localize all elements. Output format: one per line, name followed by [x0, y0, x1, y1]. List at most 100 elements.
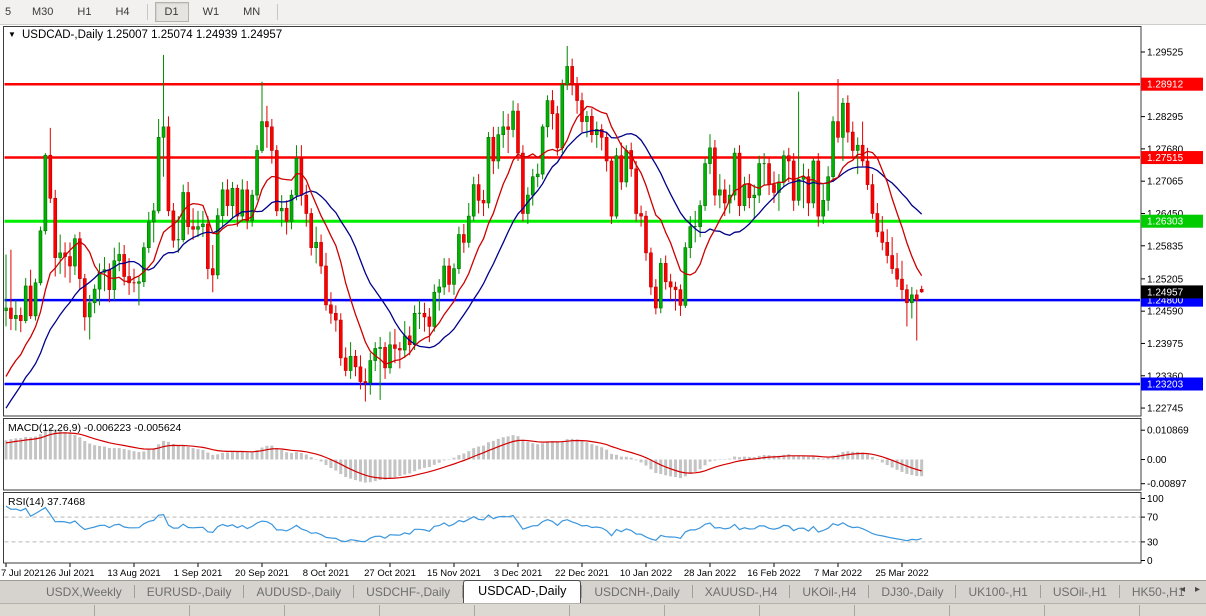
- chart-tab-xauusd[interactable]: XAUUSD-,H4: [693, 582, 790, 603]
- price-axis[interactable]: 1.295251.282951.276801.270651.264501.258…: [1141, 48, 1203, 568]
- chart-tab-dj30[interactable]: DJ30-,Daily: [869, 582, 955, 603]
- candle: [540, 124, 545, 180]
- macd-bar: [501, 437, 505, 460]
- candle-body: [521, 152, 525, 214]
- candle: [486, 132, 491, 209]
- macd-bar: [900, 459, 904, 472]
- macd-bar: [78, 437, 82, 460]
- candle: [614, 147, 619, 219]
- macd-bar: [590, 444, 594, 460]
- candle: [516, 103, 520, 161]
- macd-bar: [137, 452, 141, 460]
- chart-tab-usdcnh[interactable]: USDCNH-,Daily: [582, 582, 691, 603]
- candle-body: [796, 179, 801, 201]
- candle-body: [68, 256, 72, 267]
- rsi-tick-label: 100: [1147, 494, 1164, 505]
- candle-body: [683, 247, 688, 306]
- candle-body: [870, 184, 875, 214]
- candle-body: [363, 381, 368, 383]
- macd-bar: [605, 449, 609, 460]
- chart-tab-usdchf[interactable]: USDCHF-,Daily: [354, 582, 462, 603]
- macd-bar: [314, 459, 318, 460]
- candle-body: [919, 288, 924, 293]
- macd-bar: [294, 452, 298, 460]
- macd-bar: [462, 453, 466, 460]
- date-label: 25 Mar 2022: [875, 568, 928, 579]
- candle-body: [151, 210, 156, 223]
- candle-body: [550, 100, 555, 115]
- macd-bar: [181, 445, 185, 460]
- candle-body: [447, 265, 451, 285]
- scroll-right-icon[interactable]: ▸: [1195, 584, 1200, 595]
- price-tick-label: 1.24590: [1147, 307, 1184, 318]
- macd-bar: [344, 459, 348, 478]
- candle-body: [570, 66, 574, 86]
- candle-body: [511, 110, 515, 130]
- macd-bar: [162, 440, 166, 460]
- candle-body: [560, 84, 565, 149]
- macd-bar: [378, 459, 382, 480]
- macd-bar: [413, 459, 417, 472]
- macd-bar: [63, 432, 67, 460]
- candle-body: [427, 316, 432, 327]
- macd-bar: [659, 459, 663, 474]
- price-tick-label: 1.25835: [1147, 241, 1184, 252]
- timeframe-button-h4[interactable]: H4: [105, 2, 139, 22]
- macd-bar: [683, 459, 687, 477]
- timeframe-button-5[interactable]: 5: [2, 2, 18, 22]
- candle-body: [324, 265, 328, 306]
- timeframe-button-w1[interactable]: W1: [193, 2, 230, 22]
- timeframe-button-m30[interactable]: M30: [22, 2, 63, 22]
- price-tick-label: 1.25205: [1147, 274, 1184, 285]
- scroll-left-icon[interactable]: ◂: [1180, 584, 1185, 595]
- candle-body: [516, 110, 520, 154]
- date-label: 28 Jan 2022: [684, 568, 736, 579]
- candle-body: [220, 189, 225, 216]
- macd-bar: [733, 456, 737, 460]
- chart-tab-usdx[interactable]: USDX,Weekly: [34, 582, 134, 603]
- date-label: 20 Sep 2021: [235, 568, 289, 579]
- date-axis[interactable]: 7 Jul 2021 26 Jul 2021 13 Aug 2021 1 Sep 20…: [1, 563, 929, 580]
- macd-bar: [526, 441, 530, 460]
- chart-tab-uk100[interactable]: UK100-,H1: [956, 582, 1039, 603]
- candle-body: [481, 200, 486, 204]
- date-label: 7 Jul 2021: [1, 568, 45, 579]
- macd-bar: [624, 456, 628, 460]
- candle: [250, 189, 254, 227]
- macd-bar: [221, 452, 225, 460]
- macd-bar: [388, 459, 392, 479]
- timeframe-button-h1[interactable]: H1: [67, 2, 101, 22]
- candle-body: [555, 113, 560, 149]
- status-strip: [0, 603, 1206, 616]
- chart-tab-audusd[interactable]: AUDUSD-,Daily: [244, 582, 353, 603]
- candle-body: [38, 230, 43, 284]
- candle-body: [457, 234, 461, 269]
- macd-bar: [634, 459, 638, 461]
- candle-body: [402, 335, 407, 351]
- candle-body: [654, 286, 658, 309]
- price-badge-1.28912-text: 1.28912: [1147, 80, 1184, 91]
- candle-body: [191, 226, 195, 230]
- macd-bar: [506, 436, 510, 460]
- candle: [33, 278, 38, 321]
- candle-body: [319, 242, 323, 267]
- chart-tab-usdcad[interactable]: USDCAD-,Daily: [463, 580, 582, 603]
- timeframe-button-mn[interactable]: MN: [233, 2, 270, 22]
- macd-bar: [885, 459, 889, 466]
- candle-body: [383, 347, 387, 369]
- macd-bar: [521, 439, 525, 460]
- chart-area[interactable]: ▼ USDCAD-,Daily 1.25007 1.25074 1.24939 1…: [0, 24, 1206, 580]
- chart-tab-eurusd[interactable]: EURUSD-,Daily: [135, 582, 244, 603]
- macd-bar: [260, 447, 264, 460]
- timeframe-button-d1[interactable]: D1: [154, 2, 189, 22]
- macd-bar: [708, 459, 712, 462]
- price-tick-label: 1.29525: [1147, 48, 1184, 59]
- candle-body: [506, 126, 510, 130]
- candle-body: [260, 121, 264, 151]
- chart-tab-usoil[interactable]: USOil-,H1: [1041, 582, 1119, 603]
- candle-body: [156, 137, 161, 212]
- candle-body: [575, 84, 579, 101]
- macd-bar: [541, 443, 545, 460]
- candle-body: [58, 252, 62, 258]
- chart-tab-ukoil[interactable]: UKOil-,H4: [790, 582, 868, 603]
